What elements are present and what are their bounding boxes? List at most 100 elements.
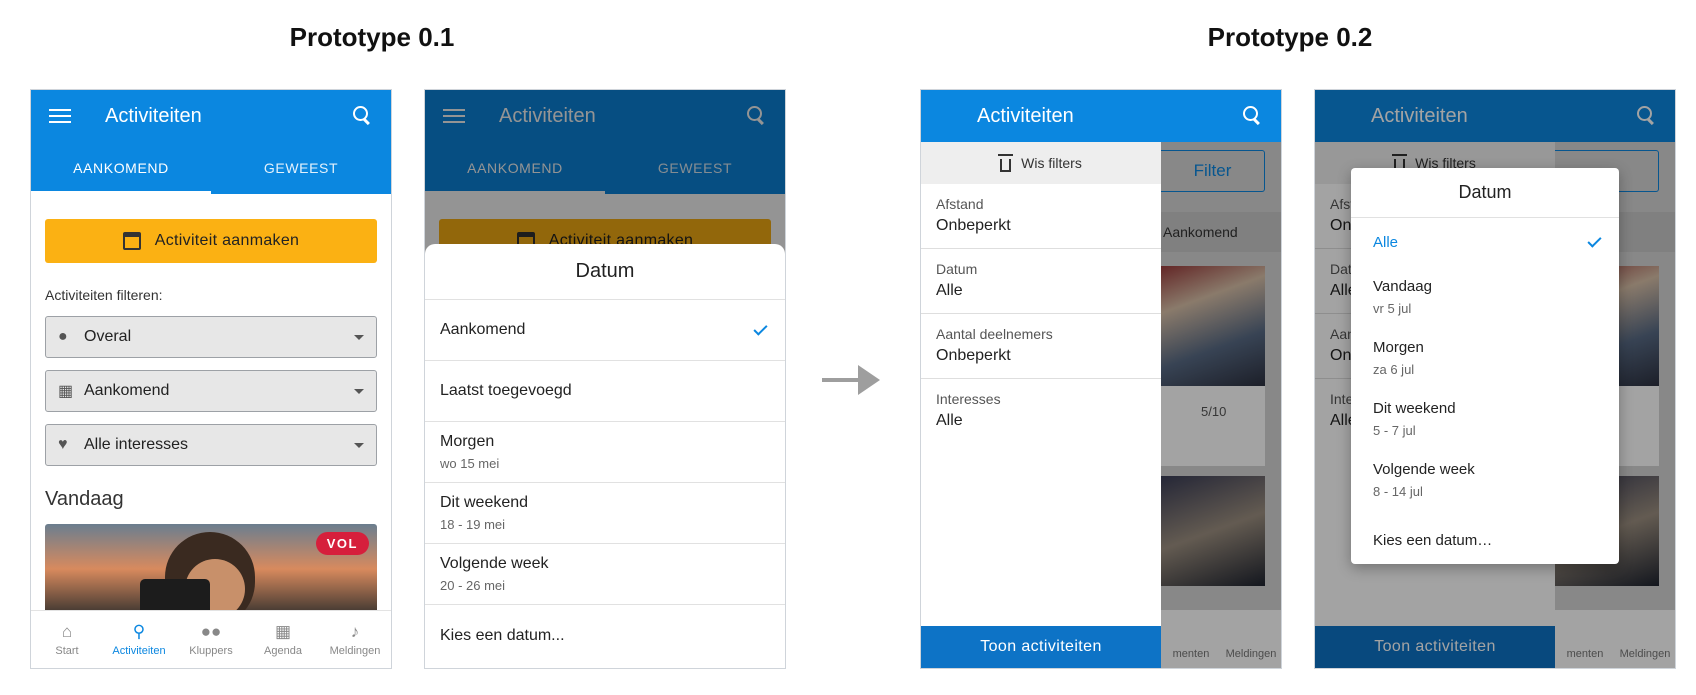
app-bar: Activiteiten [921, 90, 1281, 142]
filter-drawer: Wis filters Afstand Onbeperkt Datum Alle A… [921, 142, 1161, 668]
option-label: Volgende week [440, 555, 549, 572]
search-icon: ⚲ [132, 622, 146, 641]
filter-datum[interactable]: Datum Alle [921, 249, 1161, 314]
tab-geweest[interactable]: GEWEEST [211, 142, 391, 194]
prototype-02-title: Prototype 0.2 [1207, 22, 1373, 52]
tab-bar: AANKOMEND GEWEEST [31, 142, 391, 194]
date-bottom-sheet: Datum Aankomend Laatst toegevoegd Morgen… [425, 244, 785, 668]
filter-key: Aantal deelnemers [936, 326, 1053, 342]
date-option[interactable]: Aankomend [425, 300, 785, 361]
nav-agenda[interactable]: ▦ Agenda [247, 611, 319, 668]
calendar-icon: ▦ [58, 383, 74, 400]
nav-label: Agenda [264, 645, 302, 657]
filter-afstand[interactable]: Afstand Onbeperkt [921, 184, 1161, 249]
nav-label: Meldingen [329, 645, 381, 657]
date-option[interactable]: Vandaag vr 5 jul [1351, 266, 1619, 327]
filter-key: Afstand [936, 196, 984, 212]
option-sublabel: 5 - 7 jul [1373, 422, 1416, 438]
nav-kluppers[interactable]: ●● Kluppers [175, 611, 247, 668]
date-option[interactable]: Dit weekend 5 - 7 jul [1351, 388, 1619, 449]
menu-icon[interactable] [49, 105, 71, 127]
dropdown-arrow-icon [354, 442, 364, 448]
date-option[interactable]: Dit weekend 18 - 19 mei [425, 483, 785, 544]
option-label: Kies een datum... [440, 626, 565, 644]
phone-prototype-01-main: Activiteiten AANKOMEND GEWEEST Activitei… [30, 89, 392, 669]
option-label: Dit weekend [1373, 399, 1456, 417]
create-activity-button[interactable]: Activiteit aanmaken [45, 219, 377, 263]
search-icon[interactable] [1243, 106, 1263, 126]
filter-value: Alle [936, 412, 963, 429]
option-sublabel: za 6 jul [1373, 361, 1415, 377]
filter-value: Onbeperkt [936, 217, 1011, 234]
app-bar: Activiteiten [31, 90, 391, 142]
people-icon: ●● [200, 622, 222, 641]
heart-icon: ♥ [58, 436, 68, 453]
phone-prototype-02-date-dialog: menten Meldingen Activiteiten Wis filters… [1314, 89, 1676, 669]
option-sublabel: 18 - 19 mei [440, 517, 506, 532]
clear-filters-button[interactable]: Wis filters [921, 142, 1161, 184]
location-value: Overal [84, 328, 132, 345]
date-dialog: Datum Alle Vandaag vr 5 jul Morgen za 6 ju… [1351, 168, 1619, 564]
section-title: Vandaag [45, 488, 124, 510]
location-icon: ● [58, 328, 68, 345]
search-icon[interactable] [353, 106, 373, 126]
app-title: Activiteiten [977, 104, 1074, 127]
prototype-01-title: Prototype 0.1 [289, 22, 455, 52]
scrim[interactable] [1161, 142, 1281, 668]
option-label: Morgen [440, 433, 495, 450]
filter-value: Onbeperkt [936, 347, 1011, 364]
dropdown-arrow-icon [354, 334, 364, 340]
home-icon: ⌂ [61, 622, 73, 641]
nav-start[interactable]: ⌂ Start [31, 611, 103, 668]
option-label: Alle [1373, 233, 1399, 251]
tab-aankomend[interactable]: AANKOMEND [31, 142, 211, 194]
filter-deelnemers[interactable]: Aantal deelnemers Onbeperkt [921, 314, 1161, 379]
phone-prototype-02-filter-drawer: Filter Aankomend 5/10 menten Meldingen Ac… [920, 89, 1282, 669]
clear-filters-label: Wis filters [1021, 155, 1082, 171]
interests-value: Alle interesses [84, 436, 189, 453]
create-activity-label: Activiteit aanmaken [154, 232, 300, 249]
nav-meldingen[interactable]: ♪ Meldingen [319, 611, 391, 668]
dialog-title: Datum [1351, 168, 1619, 218]
option-label: Kies een datum… [1373, 532, 1493, 549]
app-title: Activiteiten [105, 104, 202, 127]
date-option[interactable]: Morgen za 6 jul [1351, 327, 1619, 388]
nav-label: Start [55, 645, 79, 657]
date-option[interactable]: Morgen wo 15 mei [425, 422, 785, 483]
date-option[interactable]: Volgende week 20 - 26 mei [425, 544, 785, 605]
nav-label: Kluppers [189, 645, 233, 657]
date-select[interactable]: ▦ Aankomend [45, 370, 377, 412]
option-sublabel: wo 15 mei [440, 456, 500, 471]
option-label: Morgen [1373, 338, 1424, 356]
phone-prototype-01-date-sheet: Activiteiten AANKOMEND GEWEEST Activitei… [424, 89, 786, 669]
nav-label: Activiteiten [112, 645, 166, 657]
calendar-plus-icon [122, 232, 141, 250]
option-sublabel: 20 - 26 mei [440, 578, 506, 593]
nav-activiteiten[interactable]: ⚲ Activiteiten [103, 611, 175, 668]
bottom-navigation: ⌂ Start ⚲ Activiteiten ●● Kluppers ▦ Agenda … [31, 610, 391, 668]
option-sublabel: vr 5 jul [1373, 300, 1412, 316]
background-content: Filter Aankomend 5/10 menten Meldingen [1161, 142, 1281, 668]
filter-key: Interesses [936, 391, 1001, 407]
date-option[interactable]: Kies een datum... [425, 605, 785, 666]
interests-select[interactable]: ♥ Alle interesses [45, 424, 377, 466]
filter-label: Activiteiten filteren: [45, 287, 163, 303]
filter-interesses[interactable]: Interesses Alle [921, 379, 1161, 444]
calendar-icon: ▦ [274, 622, 292, 641]
filter-value: Alle [936, 282, 963, 299]
activity-photo[interactable]: VOL [45, 524, 377, 614]
full-badge: VOL [315, 532, 369, 555]
date-option[interactable]: Alle [1351, 218, 1619, 266]
option-label: Laatst toegevoegd [440, 382, 572, 399]
location-select[interactable]: ● Overal [45, 316, 377, 358]
option-sublabel: 8 - 14 jul [1373, 483, 1423, 499]
date-option[interactable]: Kies een datum… [1351, 510, 1619, 571]
arrow-right-icon [822, 365, 880, 395]
date-option[interactable]: Volgende week 8 - 14 jul [1351, 449, 1619, 510]
date-option[interactable]: Laatst toegevoegd [425, 361, 785, 422]
trash-icon [998, 153, 1014, 172]
show-activities-button[interactable]: Toon activiteiten [921, 626, 1161, 668]
option-label: Volgende week [1373, 460, 1475, 478]
option-label: Dit weekend [440, 494, 529, 511]
bell-icon: ♪ [350, 622, 360, 641]
